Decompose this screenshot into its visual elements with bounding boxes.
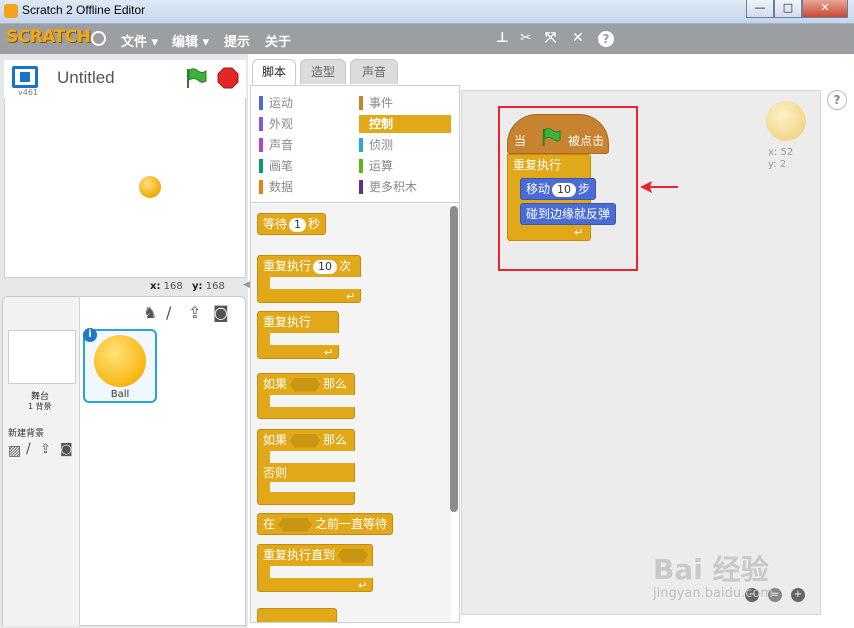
block-if-else[interactable]: 如果 那么 否则 bbox=[257, 429, 356, 505]
category-operators[interactable]: 运算 bbox=[359, 157, 451, 175]
minimize-button[interactable]: — bbox=[746, 0, 774, 18]
loop-arrow-icon: ↵ bbox=[324, 346, 334, 359]
project-title[interactable]: Untitled bbox=[57, 68, 115, 88]
block-partial[interactable] bbox=[257, 608, 337, 622]
camera-sprite-icon[interactable]: ◙ bbox=[213, 303, 229, 322]
red-arrow-annotation-icon bbox=[640, 181, 678, 193]
block-help-icon[interactable]: ? bbox=[598, 31, 614, 47]
close-button[interactable]: ✕ bbox=[802, 0, 848, 18]
ball-sprite-on-stage[interactable] bbox=[139, 176, 161, 198]
title-bar: Scratch 2 Offline Editor bbox=[0, 0, 854, 24]
menu-tips[interactable]: 提示 bbox=[224, 31, 250, 50]
watermark-brand: Bai 经验 bbox=[653, 553, 769, 586]
block-wait-seconds[interactable]: 等待 1 秒 bbox=[257, 213, 327, 235]
window-title: Scratch 2 Offline Editor bbox=[22, 3, 146, 17]
highlight-box bbox=[498, 106, 638, 271]
scratch-app-icon bbox=[4, 4, 18, 18]
menu-edit[interactable]: 编辑 ▾ bbox=[172, 31, 209, 50]
sprite-x-readout: x: 52 bbox=[768, 147, 794, 158]
stage-header bbox=[4, 60, 246, 98]
ball-costume-image bbox=[94, 335, 146, 387]
green-flag-icon[interactable] bbox=[184, 67, 208, 89]
current-sprite-ghost-image bbox=[766, 101, 806, 141]
new-backdrop-label: 新建背景 bbox=[8, 429, 45, 439]
upload-sprite-icon[interactable]: ⇪ bbox=[188, 303, 201, 322]
camera-backdrop-icon[interactable]: ◙ bbox=[60, 442, 73, 457]
maximize-button[interactable]: □ bbox=[774, 0, 802, 18]
stage-backdrop-count: 1 背景 bbox=[28, 402, 52, 411]
block-if-then[interactable]: 如果 那么 bbox=[257, 373, 356, 419]
watermark-url: jingyan.baidu.com bbox=[653, 586, 773, 601]
category-pen[interactable]: 画笔 bbox=[259, 157, 351, 175]
zoom-in-icon[interactable]: + bbox=[791, 588, 805, 602]
sprite-y-readout: y: 2 bbox=[768, 159, 787, 170]
sprite-library-icon[interactable]: ♞ bbox=[143, 303, 157, 322]
mouse-y-readout: y: 168 bbox=[192, 281, 225, 292]
duplicate-stamp-icon[interactable]: ⊥ bbox=[496, 30, 509, 46]
mouse-x-readout: x: 168 bbox=[150, 281, 183, 292]
menu-file[interactable]: 文件 ▾ bbox=[121, 31, 158, 50]
tab-scripts[interactable]: 脚本 bbox=[252, 59, 296, 86]
stage-canvas[interactable] bbox=[4, 98, 246, 278]
version-label: v461 bbox=[18, 88, 39, 97]
scratch-logo[interactable]: SCRATCH bbox=[6, 27, 91, 47]
block-repeat[interactable]: 重复执行 10 次 ↵ bbox=[257, 255, 362, 303]
help-icon[interactable]: ? bbox=[827, 90, 847, 110]
tab-sounds[interactable]: 声音 bbox=[350, 59, 398, 84]
category-looks[interactable]: 外观 bbox=[259, 115, 351, 133]
sprite-info-icon[interactable]: i bbox=[83, 328, 97, 342]
loop-arrow-icon: ↵ bbox=[358, 579, 368, 592]
paint-backdrop-icon[interactable]: / bbox=[26, 441, 31, 457]
category-data[interactable]: 数据 bbox=[259, 178, 351, 196]
menu-bar: SCRATCH 文件 ▾ 编辑 ▾ 提示 关于 ⊥ ✂ ⤧ ✕ ? bbox=[0, 24, 854, 54]
stage-thumbnail[interactable] bbox=[8, 330, 76, 384]
grow-icon[interactable]: ⤧ bbox=[545, 30, 556, 46]
category-sensing[interactable]: 侦测 bbox=[359, 136, 451, 154]
category-events[interactable]: 事件 bbox=[359, 94, 451, 112]
language-globe-icon[interactable] bbox=[91, 31, 106, 46]
backdrop-library-icon[interactable]: ▨ bbox=[8, 443, 21, 459]
category-more-blocks[interactable]: 更多积木 bbox=[359, 178, 451, 196]
loop-arrow-icon: ↵ bbox=[346, 290, 356, 303]
palette-scrollbar[interactable] bbox=[450, 206, 458, 512]
category-sound[interactable]: 声音 bbox=[259, 136, 351, 154]
category-list: 运动 事件 外观 控制 声音 侦测 画笔 运算 数据 更多积木 bbox=[251, 86, 459, 203]
stop-sign-icon[interactable] bbox=[217, 67, 239, 89]
category-motion[interactable]: 运动 bbox=[259, 94, 351, 112]
menu-about[interactable]: 关于 bbox=[265, 31, 291, 50]
upload-backdrop-icon[interactable]: ⇪ bbox=[40, 442, 51, 457]
paint-sprite-icon[interactable]: / bbox=[166, 303, 171, 322]
palette-blocks: 等待 1 秒 重复执行 10 次 ↵ 重复执行 ↵ 如果 那么 如果 那么 否则 在之前一直… bbox=[251, 204, 451, 622]
block-forever[interactable]: 重复执行 ↵ bbox=[257, 311, 340, 359]
block-repeat-until[interactable]: 重复执行直到 ↵ bbox=[257, 544, 374, 592]
shrink-icon[interactable]: ✕ bbox=[572, 30, 584, 46]
sprite-name: Ball bbox=[110, 389, 130, 400]
delete-scissors-icon[interactable]: ✂ bbox=[520, 30, 532, 46]
category-control[interactable]: 控制 bbox=[359, 115, 451, 133]
tab-costumes[interactable]: 造型 bbox=[300, 59, 346, 84]
block-wait-until[interactable]: 在之前一直等待 bbox=[257, 513, 394, 535]
presentation-mode-icon[interactable] bbox=[12, 66, 38, 88]
